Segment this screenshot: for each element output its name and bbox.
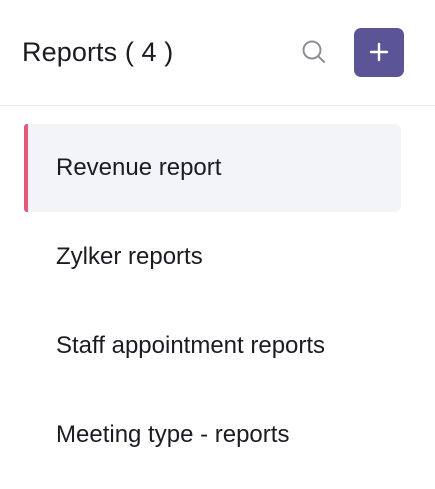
page-title: Reports ( 4 ) <box>22 37 174 67</box>
report-item-staff-appointment-reports[interactable]: Staff appointment reports <box>24 302 401 390</box>
add-report-button[interactable] <box>354 28 404 77</box>
report-item-revenue-report[interactable]: Revenue report <box>24 124 401 212</box>
plus-icon <box>369 42 389 62</box>
report-item-label: Staff appointment reports <box>56 332 326 359</box>
report-item-label: Revenue report <box>56 154 222 181</box>
search-button[interactable] <box>298 36 330 68</box>
reports-header: Reports ( 4 ) <box>0 0 435 106</box>
report-item-label: Meeting type - reports <box>56 421 290 448</box>
search-icon <box>302 40 325 63</box>
reports-panel: Reports ( 4 ) Revenue report Zylker repo… <box>0 0 435 489</box>
report-item-zylker-reports[interactable]: Zylker reports <box>24 213 401 301</box>
report-item-label: Zylker reports <box>56 243 203 270</box>
report-item-meeting-type-reports[interactable]: Meeting type - reports <box>24 391 401 479</box>
